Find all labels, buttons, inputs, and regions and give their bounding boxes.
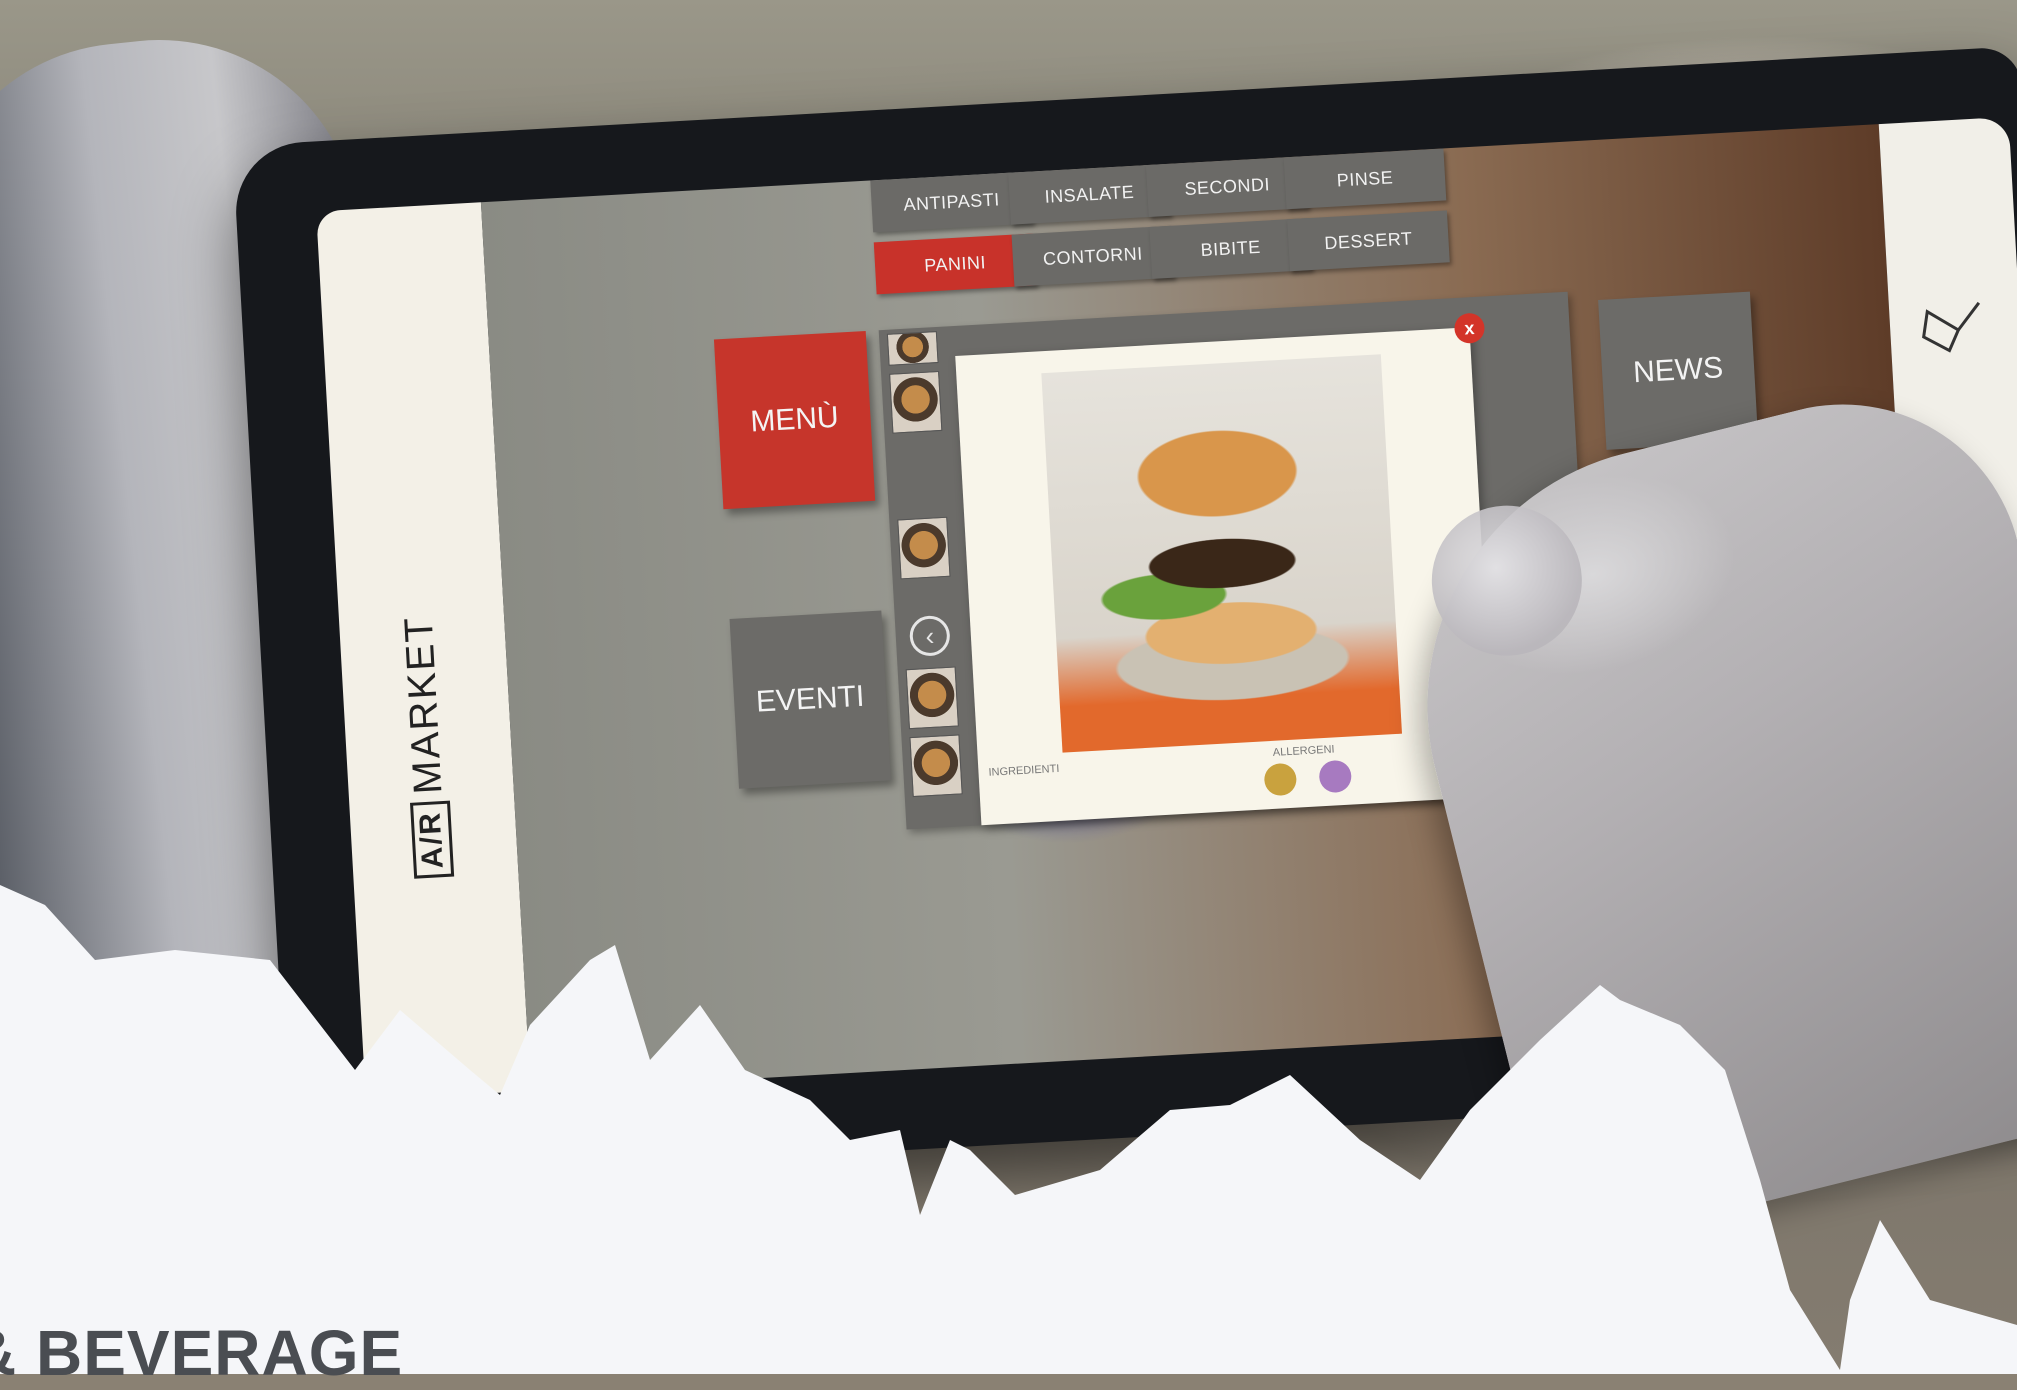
- mountain-divider: [0, 885, 2017, 1374]
- section-title: & BEVERAGE: [0, 1317, 404, 1389]
